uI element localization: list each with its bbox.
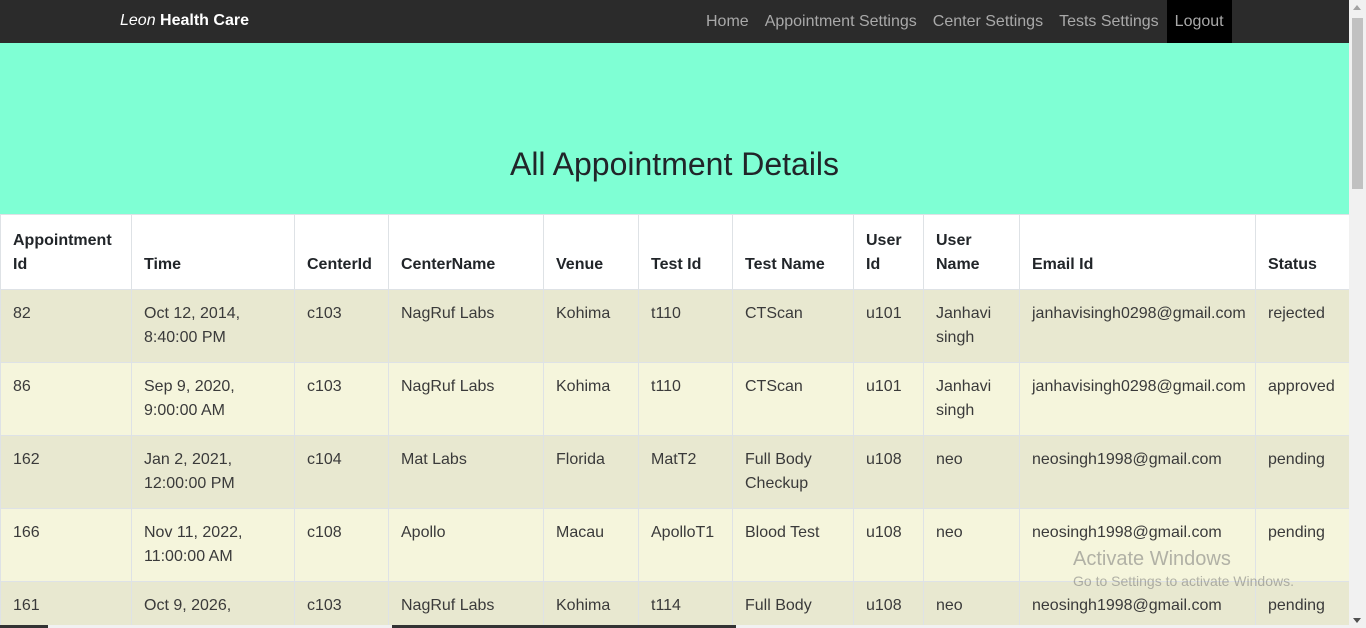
column-header-center-name: CenterName (388, 214, 544, 290)
page-title: All Appointment Details (509, 146, 840, 182)
cell-venue: Macau (543, 508, 639, 582)
cell-status: rejected (1255, 289, 1349, 363)
column-header-status: Status (1255, 214, 1349, 290)
nav-link-center-settings[interactable]: Center Settings (925, 0, 1051, 43)
column-header-user-id: User Id (853, 214, 924, 290)
cell-center-id: c104 (294, 435, 389, 509)
column-header-venue: Venue (543, 214, 639, 290)
cell-venue: Kohima (543, 581, 639, 628)
cell-user-name: neo (923, 581, 1020, 628)
cell-test-name: CTScan (732, 362, 854, 436)
cell-time: Oct 9, 2026, (131, 581, 295, 628)
table-row: 162 Jan 2, 2021, 12:00:00 PM c104 Mat La… (0, 435, 1349, 509)
brand-name-italic: Leon (120, 12, 156, 29)
column-header-center-id: CenterId (294, 214, 389, 290)
nav-links: Home Appointment Settings Center Setting… (698, 0, 1232, 43)
cell-test-id: t110 (638, 289, 733, 363)
cell-time: Jan 2, 2021, 12:00:00 PM (131, 435, 295, 509)
cell-center-name: NagRuf Labs (388, 362, 544, 436)
cell-user-id: u108 (853, 508, 924, 582)
cell-center-id: c103 (294, 362, 389, 436)
cell-venue: Florida (543, 435, 639, 509)
table-row: 82 Oct 12, 2014, 8:40:00 PM c103 NagRuf … (0, 289, 1349, 363)
vertical-scrollbar-thumb[interactable] (1352, 18, 1363, 189)
cell-status: approved (1255, 362, 1349, 436)
nav-link-home[interactable]: Home (698, 0, 757, 43)
brand-name-bold: Health Care (160, 12, 249, 29)
vertical-scrollbar[interactable] (1349, 0, 1366, 628)
cell-time: Sep 9, 2020, 9:00:00 AM (131, 362, 295, 436)
cell-center-name: Mat Labs (388, 435, 544, 509)
cell-venue: Kohima (543, 289, 639, 363)
cell-test-name: CTScan (732, 289, 854, 363)
cell-appointment-id: 86 (0, 362, 132, 436)
cell-user-name: neo (923, 508, 1020, 582)
navbar: Leon Health Care Home Appointment Settin… (0, 0, 1349, 43)
cell-center-name: NagRuf Labs (388, 289, 544, 363)
cell-center-name: NagRuf Labs (388, 581, 544, 628)
watermark-subtitle: Go to Settings to activate Windows. (1073, 573, 1294, 589)
cell-test-id: MatT2 (638, 435, 733, 509)
cell-center-id: c108 (294, 508, 389, 582)
cell-venue: Kohima (543, 362, 639, 436)
cell-email-id: neosingh1998@gmail.com (1019, 435, 1256, 509)
table-header-row: Appointment Id Time CenterId CenterName … (0, 214, 1349, 290)
cell-appointment-id: 162 (0, 435, 132, 509)
nav-link-appointment-settings[interactable]: Appointment Settings (757, 0, 925, 43)
cell-user-id: u101 (853, 289, 924, 363)
cell-user-id: u108 (853, 435, 924, 509)
column-header-email-id: Email Id (1019, 214, 1256, 290)
activate-windows-watermark: Activate Windows Go to Settings to activ… (1073, 548, 1294, 589)
cell-test-name: Full Body Checkup (732, 435, 854, 509)
column-header-test-id: Test Id (638, 214, 733, 290)
cell-status: pending (1255, 435, 1349, 509)
table-row: 86 Sep 9, 2020, 9:00:00 AM c103 NagRuf L… (0, 362, 1349, 436)
cell-email-id: janhavisingh0298@gmail.com (1019, 362, 1256, 436)
brand-logo[interactable]: Leon Health Care (120, 12, 249, 30)
cell-user-id: u101 (853, 362, 924, 436)
cell-test-id: t110 (638, 362, 733, 436)
cell-center-name: Apollo (388, 508, 544, 582)
cell-test-name: Blood Test (732, 508, 854, 582)
watermark-title: Activate Windows (1073, 548, 1231, 570)
cell-user-name: neo (923, 435, 1020, 509)
cell-test-id: t114 (638, 581, 733, 628)
nav-link-logout[interactable]: Logout (1166, 0, 1232, 43)
cell-appointment-id: 82 (0, 289, 132, 363)
cell-test-id: ApolloT1 (638, 508, 733, 582)
cell-user-name: Janhavi singh (923, 362, 1020, 436)
column-header-user-name: User Name (923, 214, 1020, 290)
column-header-test-name: Test Name (732, 214, 854, 290)
cell-test-name: Full Body (732, 581, 854, 628)
cell-time: Nov 11, 2022, 11:00:00 AM (131, 508, 295, 582)
cell-user-id: u108 (853, 581, 924, 628)
column-header-appointment-id: Appointment Id (0, 214, 132, 290)
cell-user-name: Janhavi singh (923, 289, 1020, 363)
scroll-up-arrow-icon[interactable] (1353, 5, 1361, 10)
column-header-time: Time (131, 214, 295, 290)
cell-email-id: janhavisingh0298@gmail.com (1019, 289, 1256, 363)
cell-appointment-id: 166 (0, 508, 132, 582)
cell-time: Oct 12, 2014, 8:40:00 PM (131, 289, 295, 363)
cell-appointment-id: 161 (0, 581, 132, 628)
nav-link-tests-settings[interactable]: Tests Settings (1051, 0, 1167, 43)
page: Leon Health Care Home Appointment Settin… (0, 0, 1366, 628)
cell-center-id: c103 (294, 289, 389, 363)
hero-banner: All Appointment Details (0, 43, 1349, 214)
cell-center-id: c103 (294, 581, 389, 628)
scroll-down-arrow-icon[interactable] (1353, 618, 1361, 623)
